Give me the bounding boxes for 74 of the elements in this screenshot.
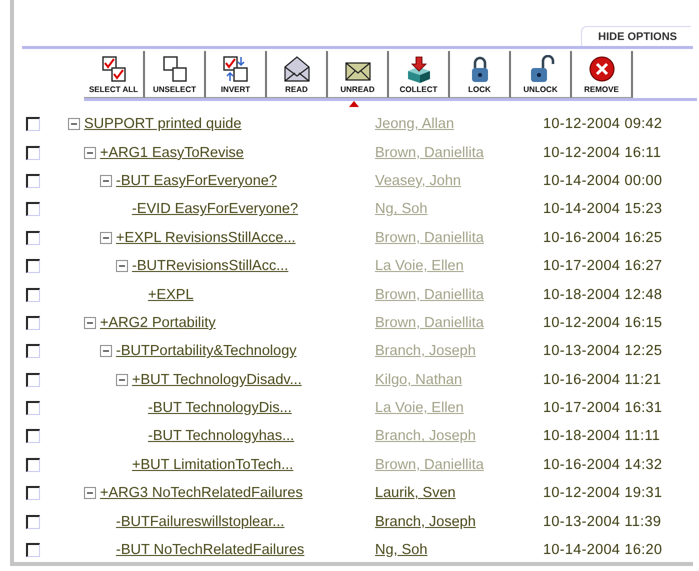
- checkbox[interactable]: [26, 429, 40, 444]
- date-text: 10-18-2004 12:48: [543, 286, 662, 303]
- checkbox[interactable]: [26, 202, 40, 216]
- message-title-link[interactable]: +ARG3 NoTechRelatedFailures: [100, 485, 303, 502]
- message-title-link[interactable]: -BUTFailureswillstoplear...: [116, 514, 284, 530]
- date-text: 10-14-2004 16:20: [543, 542, 662, 558]
- collapse-toggle[interactable]: [100, 174, 112, 187]
- collect-button[interactable]: COLLECT: [389, 51, 450, 98]
- author-link[interactable]: Branch, Joseph: [375, 514, 476, 530]
- author-link[interactable]: Ng, Soh: [375, 542, 428, 558]
- collapse-toggle[interactable]: [84, 316, 96, 329]
- unread-button[interactable]: UNREAD: [328, 51, 389, 98]
- message-title-link[interactable]: +BUT TechnologyDisadv...: [132, 372, 302, 388]
- collapse-toggle[interactable]: [116, 374, 128, 386]
- collapse-toggle[interactable]: [116, 260, 128, 272]
- checkboxes-icon: [220, 55, 250, 83]
- message-title-link[interactable]: -BUT TechnologyDis...: [148, 400, 292, 416]
- date-text: 10-12-2004 09:42: [543, 116, 662, 132]
- message-title-link[interactable]: +BUT LimitationToTech...: [132, 456, 294, 473]
- sort-indicator-icon: [349, 101, 359, 107]
- checkbox[interactable]: [26, 146, 40, 160]
- date-text: 10-16-2004 16:25: [543, 230, 662, 246]
- message-title-link[interactable]: -BUTPortability&Technology: [116, 343, 297, 360]
- unlock-button[interactable]: UNLOCK: [511, 51, 572, 98]
- lock-button[interactable]: LOCK: [450, 51, 511, 98]
- unselect-button[interactable]: UNSELECT: [145, 51, 206, 98]
- collapse-toggle[interactable]: [100, 232, 112, 244]
- hide-options-tab[interactable]: HIDE OPTIONS: [581, 26, 691, 46]
- checkbox[interactable]: [26, 401, 40, 416]
- date-text: 10-14-2004 00:00: [543, 172, 662, 189]
- open-envelope-icon: [282, 55, 312, 83]
- select-all-button[interactable]: SELECT ALL: [84, 51, 145, 98]
- checkbox[interactable]: [26, 486, 40, 500]
- message-title-link[interactable]: SUPPORT printed quide: [84, 116, 242, 132]
- date-text: 10-16-2004 14:32: [543, 456, 662, 473]
- checkbox[interactable]: [26, 259, 40, 274]
- collapse-toggle[interactable]: [84, 487, 96, 500]
- checkbox[interactable]: [26, 543, 40, 558]
- checkbox[interactable]: [26, 117, 40, 132]
- checkbox[interactable]: [26, 230, 40, 245]
- checkbox[interactable]: [26, 458, 40, 472]
- date-text: 10-12-2004 19:31: [543, 485, 662, 502]
- date-text: 10-17-2004 16:27: [543, 258, 662, 274]
- remove-icon: [586, 55, 616, 83]
- date-text: 10-13-2004 12:25: [543, 343, 662, 360]
- checkbox[interactable]: [26, 288, 40, 302]
- date-text: 10-17-2004 16:31: [543, 400, 662, 416]
- date-text: 10-18-2004 11:11: [543, 428, 660, 444]
- date-text: 10-16-2004 11:21: [543, 372, 662, 388]
- message-title-link[interactable]: +ARG2 Portability: [100, 314, 216, 331]
- checkbox[interactable]: [26, 174, 40, 188]
- message-title-link[interactable]: -BUTRevisionsStillAcc...: [132, 258, 288, 274]
- date-text: 10-13-2004 11:39: [543, 514, 662, 530]
- message-title-link[interactable]: -BUT Technologyhas...: [148, 428, 294, 444]
- message-title-link[interactable]: +ARG1 EasyToRevise: [100, 144, 244, 161]
- checkbox[interactable]: [26, 372, 40, 387]
- collapse-toggle[interactable]: [68, 118, 80, 130]
- date-text: 10-14-2004 15:23: [543, 201, 662, 218]
- message-title-link[interactable]: -EVID EasyForEveryone?: [132, 201, 298, 218]
- author-link[interactable]: Laurik, Sven: [375, 485, 456, 502]
- checkbox[interactable]: [26, 344, 40, 358]
- collapse-toggle[interactable]: [84, 146, 96, 159]
- message-title-link[interactable]: -BUT NoTechRelatedFailures: [116, 542, 304, 558]
- checkbox[interactable]: [26, 316, 40, 330]
- remove-button[interactable]: REMOVE: [572, 51, 633, 98]
- message-title-link[interactable]: +EXPL: [148, 286, 194, 303]
- invert-button[interactable]: INVERT: [206, 51, 267, 98]
- message-title-link[interactable]: -BUT EasyForEveryone?: [116, 172, 277, 189]
- collapse-toggle[interactable]: [100, 345, 112, 358]
- checkbox[interactable]: [26, 514, 40, 529]
- message-title-link[interactable]: +EXPL RevisionsStillAcce...: [116, 230, 296, 246]
- read-button[interactable]: READ: [267, 51, 328, 98]
- date-text: 10-12-2004 16:15: [543, 314, 662, 331]
- date-text: 10-12-2004 16:11: [543, 144, 662, 161]
